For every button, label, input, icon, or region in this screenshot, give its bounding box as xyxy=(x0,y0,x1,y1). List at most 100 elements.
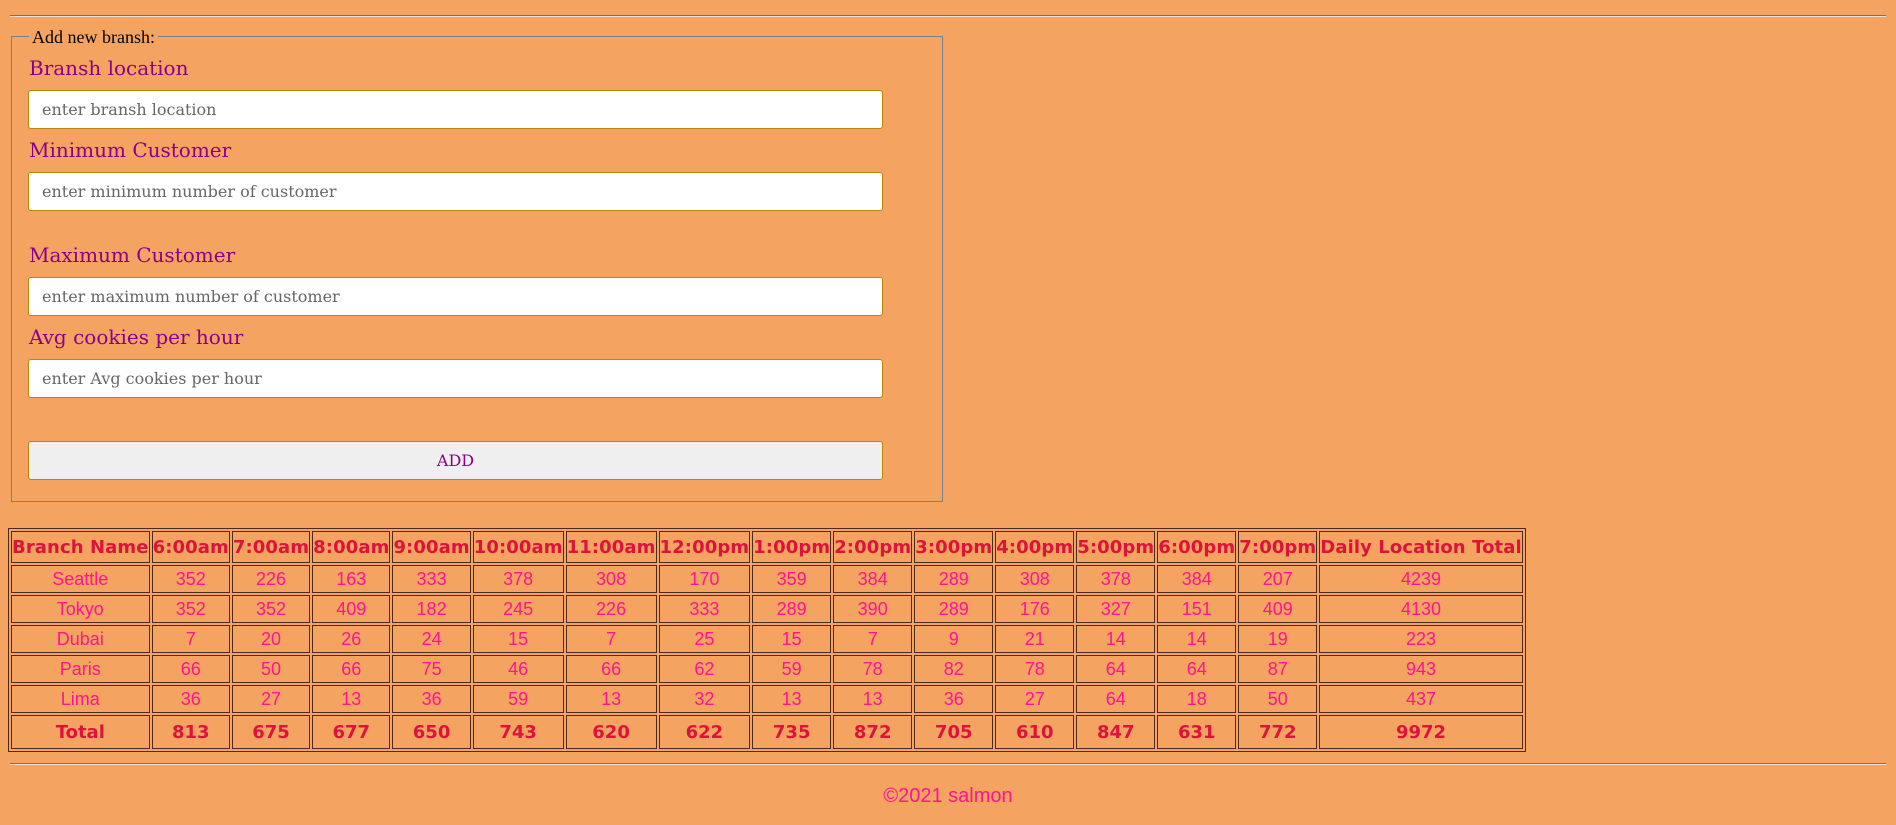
table-cell: 226 xyxy=(565,595,657,623)
maximum-customer-input[interactable] xyxy=(28,277,883,316)
table-cell: 50 xyxy=(1238,685,1318,713)
table-cell: 378 xyxy=(1076,565,1156,593)
table-header-cell: 7:00am xyxy=(231,531,311,563)
table-header-cell: 1:00pm xyxy=(752,531,832,563)
avg-cookies-label: Avg cookies per hour xyxy=(29,325,244,349)
table-cell: Paris xyxy=(11,655,150,683)
table-header-cell: 10:00am xyxy=(472,531,564,563)
table-cell: 36 xyxy=(151,685,230,713)
table-cell: 27 xyxy=(231,685,311,713)
table-cell: 26 xyxy=(312,625,391,653)
total-cell: Total xyxy=(11,715,150,749)
table-cell: 308 xyxy=(565,565,657,593)
table-cell: 15 xyxy=(472,625,564,653)
table-cell: 289 xyxy=(752,595,832,623)
table-cell: 437 xyxy=(1319,685,1523,713)
table-header-cell: Branch Name xyxy=(11,531,150,563)
form-legend: Add new bransh: xyxy=(29,27,158,47)
table-cell: 25 xyxy=(658,625,751,653)
table-cell: Dubai xyxy=(11,625,150,653)
total-cell: 772 xyxy=(1238,715,1318,749)
add-branch-form: Add new bransh: Bransh location Minimum … xyxy=(11,27,943,502)
table-cell: 409 xyxy=(312,595,391,623)
table-cell: 82 xyxy=(914,655,994,683)
table-row: Lima 36 27 13 36 59 13 32 13 13 36 27 64… xyxy=(11,685,1523,713)
total-cell: 743 xyxy=(472,715,564,749)
table-cell: 9 xyxy=(914,625,994,653)
table-cell: 15 xyxy=(752,625,832,653)
bottom-divider xyxy=(10,763,1886,765)
table-row: Paris 66 50 66 75 46 66 62 59 78 82 78 6… xyxy=(11,655,1523,683)
table-cell: 384 xyxy=(1157,565,1237,593)
table-cell: 223 xyxy=(1319,625,1523,653)
table-cell: 18 xyxy=(1157,685,1237,713)
table-cell: 163 xyxy=(312,565,391,593)
table-cell: 32 xyxy=(658,685,751,713)
sales-table: Branch Name 6:00am 7:00am 8:00am 9:00am … xyxy=(8,528,1526,752)
top-divider xyxy=(10,15,1886,17)
table-cell: 352 xyxy=(231,595,311,623)
table-cell: Tokyo xyxy=(11,595,150,623)
branch-location-input[interactable] xyxy=(28,90,883,129)
table-cell: 13 xyxy=(752,685,832,713)
table-cell: 75 xyxy=(392,655,471,683)
table-header-cell: 7:00pm xyxy=(1238,531,1318,563)
table-cell: 352 xyxy=(151,595,230,623)
total-cell: 650 xyxy=(392,715,471,749)
table-cell: 14 xyxy=(1157,625,1237,653)
total-cell: 620 xyxy=(565,715,657,749)
branch-location-label: Bransh location xyxy=(29,56,189,80)
total-cell: 9972 xyxy=(1319,715,1523,749)
table-cell: 64 xyxy=(1076,655,1156,683)
maximum-customer-label: Maximum Customer xyxy=(29,243,236,267)
total-cell: 675 xyxy=(231,715,311,749)
add-button[interactable]: ADD xyxy=(28,441,883,480)
table-cell: 182 xyxy=(392,595,471,623)
table-cell: 359 xyxy=(752,565,832,593)
table-cell: 390 xyxy=(833,595,913,623)
minimum-customer-input[interactable] xyxy=(28,172,883,211)
table-cell: 378 xyxy=(472,565,564,593)
totals-row: Total 813 675 677 650 743 620 622 735 87… xyxy=(11,715,1523,749)
table-cell: 333 xyxy=(658,595,751,623)
table-header-cell: 3:00pm xyxy=(914,531,994,563)
table-cell: 78 xyxy=(833,655,913,683)
table-cell: 62 xyxy=(658,655,751,683)
table-cell: 66 xyxy=(565,655,657,683)
table-cell: 50 xyxy=(231,655,311,683)
table-cell: Lima xyxy=(11,685,150,713)
table-header-cell: 12:00pm xyxy=(658,531,751,563)
table-cell: 24 xyxy=(392,625,471,653)
table-cell: 21 xyxy=(995,625,1075,653)
table-cell: 59 xyxy=(472,685,564,713)
table-cell: 4239 xyxy=(1319,565,1523,593)
table-row: Seattle 352 226 163 333 378 308 170 359 … xyxy=(11,565,1523,593)
table-cell: 78 xyxy=(995,655,1075,683)
total-cell: 622 xyxy=(658,715,751,749)
table-cell: 207 xyxy=(1238,565,1318,593)
total-cell: 847 xyxy=(1076,715,1156,749)
table-cell: 384 xyxy=(833,565,913,593)
minimum-customer-label: Minimum Customer xyxy=(29,138,232,162)
total-cell: 705 xyxy=(914,715,994,749)
table-cell: 289 xyxy=(914,595,994,623)
table-cell: 66 xyxy=(151,655,230,683)
avg-cookies-input[interactable] xyxy=(28,359,883,398)
table-cell: 46 xyxy=(472,655,564,683)
table-cell: 20 xyxy=(231,625,311,653)
table-header-cell: 9:00am xyxy=(392,531,471,563)
total-cell: 813 xyxy=(151,715,230,749)
table-cell: 14 xyxy=(1076,625,1156,653)
table-cell: 151 xyxy=(1157,595,1237,623)
footer-copyright: ©2021 salmon xyxy=(883,785,1013,807)
table-cell: 245 xyxy=(472,595,564,623)
table-row: Tokyo 352 352 409 182 245 226 333 289 39… xyxy=(11,595,1523,623)
table-cell: Seattle xyxy=(11,565,150,593)
table-cell: 13 xyxy=(565,685,657,713)
table-header-cell: Daily Location Total xyxy=(1319,531,1523,563)
table-cell: 7 xyxy=(565,625,657,653)
total-cell: 631 xyxy=(1157,715,1237,749)
table-cell: 36 xyxy=(392,685,471,713)
table-cell: 36 xyxy=(914,685,994,713)
table-cell: 226 xyxy=(231,565,311,593)
